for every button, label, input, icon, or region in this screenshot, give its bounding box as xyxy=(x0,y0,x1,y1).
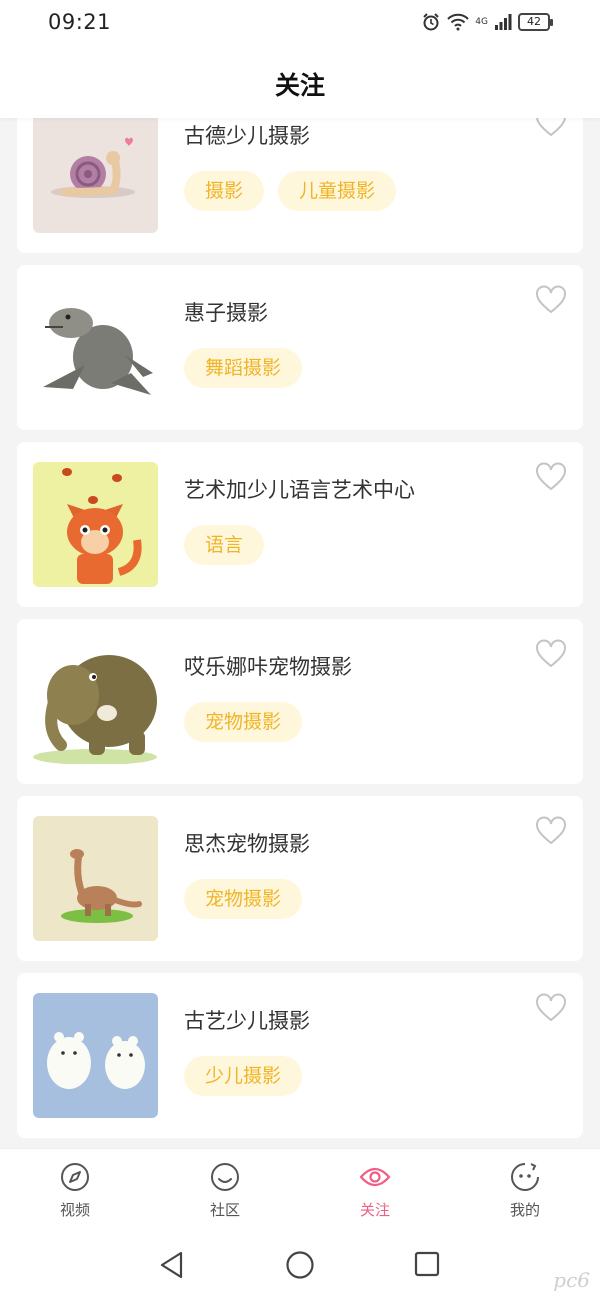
category-tag[interactable]: 摄影 xyxy=(184,171,265,211)
heart-icon[interactable] xyxy=(535,462,567,492)
compass-icon xyxy=(61,1163,89,1191)
card-thumbnail-fox xyxy=(33,462,158,587)
card-title[interactable]: 思杰宠物摄影 xyxy=(184,828,310,858)
tag-list: 宠物摄影 xyxy=(184,879,303,919)
follow-list[interactable]: 古德少儿摄影 摄影 儿童摄影 惠子摄影 舞蹈摄影 艺术加少儿语言艺术中心 语言 xyxy=(0,118,600,1148)
card-thumbnail-snail xyxy=(33,118,158,233)
tab-label: 关注 xyxy=(359,1201,390,1219)
follow-card[interactable]: 艺术加少儿语言艺术中心 语言 xyxy=(17,442,583,607)
status-time: 09:21 xyxy=(48,10,112,34)
heart-icon[interactable] xyxy=(535,285,567,315)
tab-video[interactable]: 视频 xyxy=(25,1161,125,1220)
follow-card[interactable]: 惠子摄影 舞蹈摄影 xyxy=(17,265,583,430)
system-nav-bar xyxy=(0,1230,600,1300)
status-bar: 09:21 4G 42 xyxy=(0,0,600,46)
signal-icon xyxy=(495,14,512,30)
eye-icon xyxy=(359,1167,391,1187)
card-thumbnail-elephant xyxy=(33,639,158,764)
follow-card[interactable]: 哎乐娜咔宠物摄影 宠物摄影 xyxy=(17,619,583,784)
tab-label: 我的 xyxy=(509,1201,540,1219)
card-title[interactable]: 古德少儿摄影 xyxy=(184,120,310,150)
tab-label: 社区 xyxy=(209,1201,240,1219)
card-title[interactable]: 惠子摄影 xyxy=(184,297,268,327)
heart-icon[interactable] xyxy=(535,118,567,138)
wifi-icon xyxy=(447,13,470,31)
alarm-icon xyxy=(423,13,440,31)
card-thumbnail-dinosaur xyxy=(33,816,158,941)
tag-list: 摄影 儿童摄影 xyxy=(184,171,397,211)
status-icons: 4G 42 xyxy=(421,12,553,32)
heart-icon[interactable] xyxy=(535,639,567,669)
home-icon[interactable] xyxy=(285,1250,315,1280)
back-icon[interactable] xyxy=(158,1250,186,1280)
tag-list: 少儿摄影 xyxy=(184,1056,303,1096)
watermark: pc6 xyxy=(553,1268,590,1292)
card-title[interactable]: 古艺少儿摄影 xyxy=(184,1005,310,1035)
category-tag[interactable]: 少儿摄影 xyxy=(184,1056,303,1096)
follow-card[interactable]: 思杰宠物摄影 宠物摄影 xyxy=(17,796,583,961)
tag-list: 宠物摄影 xyxy=(184,702,303,742)
card-thumbnail-sea-lion xyxy=(33,285,158,410)
category-tag[interactable]: 语言 xyxy=(184,525,265,565)
follow-card[interactable]: 古艺少儿摄影 少儿摄影 xyxy=(17,973,583,1138)
tag-list: 舞蹈摄影 xyxy=(184,348,303,388)
tab-label: 视频 xyxy=(59,1201,90,1219)
tab-mine[interactable]: 我的 xyxy=(475,1161,575,1220)
tag-list: 语言 xyxy=(184,525,265,565)
page-header: 关注 xyxy=(0,46,600,118)
card-thumbnail-polar-bears xyxy=(33,993,158,1118)
battery-icon: 42 xyxy=(518,13,553,31)
heart-icon[interactable] xyxy=(535,993,567,1023)
network-label: 4G xyxy=(475,16,488,27)
bottom-tab-bar: 视频 社区 关注 我的 xyxy=(0,1148,600,1230)
recents-icon[interactable] xyxy=(413,1250,441,1278)
heart-icon[interactable] xyxy=(535,816,567,846)
category-tag[interactable]: 儿童摄影 xyxy=(278,171,397,211)
tab-community[interactable]: 社区 xyxy=(175,1161,275,1220)
category-tag[interactable]: 舞蹈摄影 xyxy=(184,348,303,388)
category-tag[interactable]: 宠物摄影 xyxy=(184,879,303,919)
follow-card[interactable]: 古德少儿摄影 摄影 儿童摄影 xyxy=(17,118,583,253)
tab-follow[interactable]: 关注 xyxy=(325,1161,425,1220)
face-icon xyxy=(511,1163,539,1191)
smile-icon xyxy=(211,1163,239,1191)
card-title[interactable]: 哎乐娜咔宠物摄影 xyxy=(184,651,352,681)
page-title: 关注 xyxy=(274,71,325,100)
category-tag[interactable]: 宠物摄影 xyxy=(184,702,303,742)
card-title[interactable]: 艺术加少儿语言艺术中心 xyxy=(184,474,415,504)
